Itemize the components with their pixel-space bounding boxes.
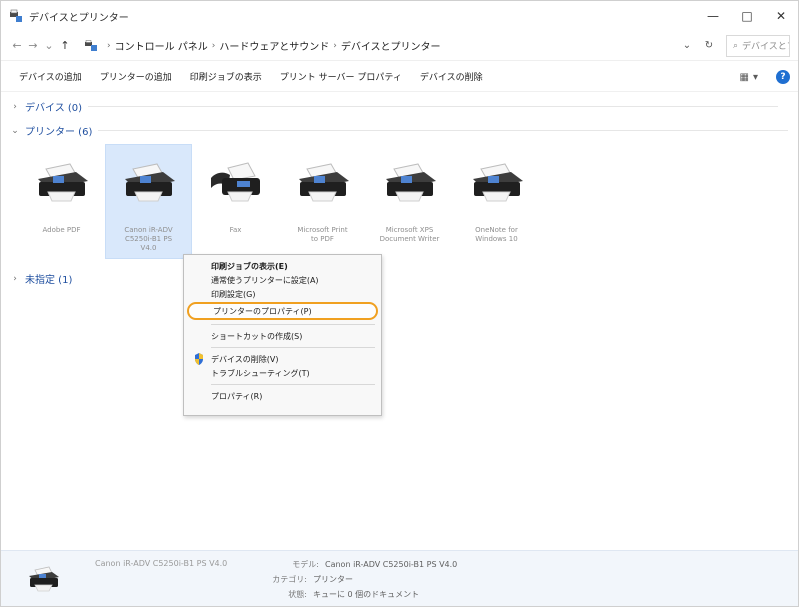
category-value: プリンター [313,575,353,584]
printer-item[interactable]: OneNote for Windows 10 [453,144,540,259]
see-print-jobs-button[interactable]: 印刷ジョブの表示 [190,70,262,83]
menu-separator [211,324,375,325]
view-grid-icon: ▦ [739,71,749,83]
forward-button[interactable]: → [25,36,41,56]
devices-group-divider [88,106,779,107]
window-controls: — □ ✕ [696,1,798,31]
printers-group-divider [98,130,789,131]
status-value: キューに 0 個のドキュメント [313,590,420,599]
printer-label: Microsoft Print to PDF [297,226,348,243]
printer-label: Fax [229,226,242,234]
printer-icon [30,158,94,210]
fax-item[interactable]: Fax [192,144,279,259]
printer-item-selected[interactable]: Canon iR-ADV C5250i-B1 PS V4.0 [105,144,192,259]
window-title: デバイスとプリンター [29,12,129,24]
back-button[interactable]: ← [9,36,25,56]
help-icon[interactable]: ? [776,70,790,84]
add-printer-button[interactable]: プリンターの追加 [100,70,172,83]
unspecified-group-header[interactable]: › 未指定 (1) [11,271,73,287]
printers-group-label: プリンター (6) [25,127,93,138]
address-bar: ← → ⌄ ↑ › コントロール パネル › ハードウェアとサウンド › デバイ… [1,31,798,61]
printer-grid: Adobe PDF Canon iR-ADV C5250i-B1 PS V4.0 [18,144,540,259]
collapsed-chevron-icon: › [13,273,17,284]
unspecified-group-label: 未指定 (1) [25,275,73,286]
details-pane: Canon iR-ADV C5250i-B1 PS V4.0 モデル: Cano… [1,550,798,606]
printer-icon [117,158,181,210]
printer-item[interactable]: Microsoft XPS Document Writer [366,144,453,259]
printer-label: Adobe PDF [42,226,81,234]
add-device-button[interactable]: デバイスの追加 [19,70,82,83]
printers-group-header[interactable]: ⌄ プリンター (6) [11,123,789,138]
devices-group-label: デバイス (0) [25,103,83,114]
expanded-chevron-icon: ⌄ [11,125,19,136]
model-row: モデル: Canon iR-ADV C5250i-B1 PS V4.0 [279,559,457,570]
category-row: カテゴリ: プリンター [267,574,353,585]
search-input[interactable]: デバイスとプ... [742,39,789,52]
model-value: Canon iR-ADV C5250i-B1 PS V4.0 [325,560,458,569]
context-menu-item[interactable]: 通常使うプリンターに設定(A) [184,273,381,287]
menu-separator [211,384,375,385]
context-menu-item[interactable]: 印刷ジョブの表示(E) [184,259,381,273]
view-dropdown-chevron-icon: ▾ [752,71,758,83]
printer-icon [378,158,442,210]
printer-icon [291,158,355,210]
context-menu-item[interactable]: ショートカットの作成(S) [184,329,381,343]
context-menu-item[interactable]: 印刷設定(G) [184,287,381,301]
window: デバイスとプリンター — □ ✕ ← → ⌄ ↑ › コントロール パネル › … [0,0,799,607]
maximize-button[interactable]: □ [730,1,764,31]
printer-label: Microsoft XPS Document Writer [379,226,440,243]
printer-label: Canon iR-ADV C5250i-B1 PS V4.0 [124,226,173,252]
devices-group-header[interactable]: › デバイス (0) [11,99,779,114]
up-button[interactable]: ↑ [57,36,73,56]
printer-item[interactable]: Adobe PDF [18,144,105,259]
breadcrumb-hardware-sound[interactable]: ハードウェアとサウンド [219,38,329,53]
minimize-button[interactable]: — [696,1,730,31]
model-label: モデル: [292,560,319,569]
selected-device-name: Canon iR-ADV C5250i-B1 PS V4.0 [95,559,228,568]
title-bar: デバイスとプリンター — □ ✕ [1,1,798,31]
breadcrumb-separator-icon: › [107,40,111,51]
menu-separator [211,347,375,348]
category-label: カテゴリ: [272,575,307,584]
fax-icon [204,158,268,210]
collapsed-chevron-icon: › [13,101,17,112]
address-field[interactable]: › コントロール パネル › ハードウェアとサウンド › デバイスとプリンター [77,34,676,57]
remove-device-button[interactable]: デバイスの削除 [420,70,483,83]
status-row: 状態: キューに 0 個のドキュメント [267,589,419,600]
address-dropdown-chevron-icon[interactable]: ⌄ [676,35,698,57]
command-toolbar: デバイスの追加 プリンターの追加 印刷ジョブの表示 プリント サーバー プロパテ… [1,62,798,92]
shield-icon [194,353,204,365]
recent-locations-chevron-icon[interactable]: ⌄ [41,36,57,56]
context-menu: 印刷ジョブの表示(E) 通常使うプリンターに設定(A) 印刷設定(G) プリンタ… [183,254,382,416]
search-box[interactable]: ⌕ デバイスとプ... [726,34,790,57]
remove-device-menu-item[interactable]: デバイスの削除(V) [184,352,381,366]
devices-app-icon [9,9,23,23]
breadcrumb-devices-printers[interactable]: デバイスとプリンター [341,38,441,53]
toolbar-right: ▦ ▾ ? [740,62,790,92]
refresh-icon[interactable]: ↻ [698,35,720,57]
remove-device-menu-label: デバイスの削除(V) [211,354,279,364]
address-location-icon [84,39,98,52]
status-label: 状態: [288,590,307,599]
printer-label: OneNote for Windows 10 [475,226,518,243]
context-menu-item[interactable]: トラブルシューティング(T) [184,366,381,380]
breadcrumb-separator-icon: › [333,40,337,51]
close-button[interactable]: ✕ [764,1,798,31]
breadcrumb-control-panel[interactable]: コントロール パネル [115,38,208,53]
printer-item[interactable]: Microsoft Print to PDF [279,144,366,259]
change-view-button[interactable]: ▦ ▾ [740,72,758,83]
printer-properties-menu-item[interactable]: プリンターのプロパティ(P) [187,302,378,320]
context-menu-item[interactable]: プロパティ(R) [184,389,381,403]
search-icon: ⌕ [733,40,739,51]
breadcrumb-separator-icon: › [211,40,216,51]
selected-printer-icon [25,564,63,596]
printer-icon [465,158,529,210]
print-server-properties-button[interactable]: プリント サーバー プロパティ [280,70,402,83]
